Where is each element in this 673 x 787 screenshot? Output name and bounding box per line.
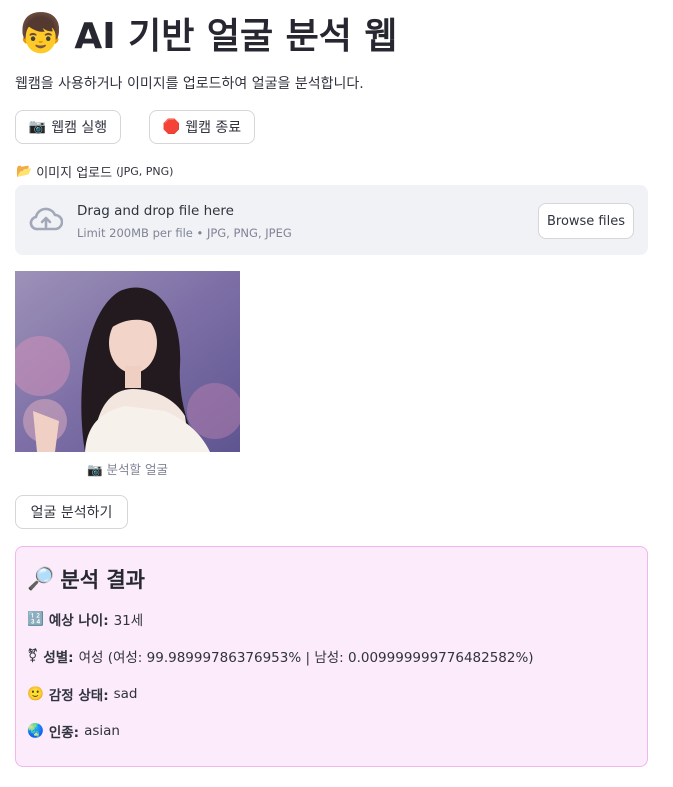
dropzone-limit: Limit 200MB per file • JPG, PNG, JPEG bbox=[77, 226, 292, 240]
boy-face-icon: 👦 bbox=[17, 11, 65, 55]
result-heading: 🔎 분석 결과 bbox=[27, 564, 145, 594]
stop-webcam-button[interactable]: 🛑 웹캠 종료 bbox=[149, 110, 255, 144]
upload-label-text: 이미지 업로드 bbox=[36, 166, 113, 181]
stop-webcam-label: 웹캠 종료 bbox=[185, 120, 242, 136]
magnifier-icon: 🔎 bbox=[27, 566, 55, 592]
analysis-result-box: 🔎 분석 결과 🔢 예상 나이: 31세 ⚧ 성별: 여성 (여성: 99.98… bbox=[15, 546, 648, 767]
race-row: 🌏 인종: asian bbox=[27, 721, 120, 741]
gender-row: ⚧ 성별: 여성 (여성: 99.98999786376953% | 남성: 0… bbox=[27, 646, 534, 666]
age-value: 31세 bbox=[113, 613, 144, 629]
smile-icon: 🙂 bbox=[27, 686, 44, 702]
camera-icon: 📷 bbox=[86, 462, 103, 477]
stop-sign-icon: 🛑 bbox=[162, 119, 181, 135]
upload-label-hint: (JPG, PNG) bbox=[116, 165, 174, 178]
globe-icon: 🌏 bbox=[27, 723, 44, 739]
gender-label: 성별: bbox=[43, 650, 74, 666]
cloud-upload-icon bbox=[29, 207, 63, 231]
age-label: 예상 나이: bbox=[48, 613, 109, 629]
browse-files-button[interactable]: Browse files bbox=[538, 203, 634, 239]
image-caption-text: 분석할 얼굴 bbox=[106, 462, 169, 477]
start-webcam-label: 웹캠 실행 bbox=[51, 120, 108, 136]
upload-label: 📂 이미지 업로드 (JPG, PNG) bbox=[16, 162, 173, 181]
age-row: 🔢 예상 나이: 31세 bbox=[27, 609, 143, 629]
result-heading-text: 분석 결과 bbox=[60, 568, 145, 592]
page-title-text: AI 기반 얼굴 분석 웹 bbox=[74, 16, 398, 57]
file-dropzone[interactable]: Drag and drop file here Limit 200MB per … bbox=[15, 185, 648, 255]
numbers-icon: 🔢 bbox=[27, 611, 44, 627]
dropzone-title: Drag and drop file here bbox=[77, 203, 234, 219]
emotion-value: sad bbox=[113, 686, 138, 702]
race-value: asian bbox=[84, 723, 120, 739]
emotion-row: 🙂 감정 상태: sad bbox=[27, 684, 137, 704]
page-title: 👦 AI 기반 얼굴 분석 웹 bbox=[17, 8, 398, 58]
emotion-label: 감정 상태: bbox=[48, 688, 109, 704]
gender-icon: ⚧ bbox=[27, 648, 39, 664]
image-caption: 📷 분석할 얼굴 bbox=[15, 459, 240, 478]
uploaded-face-image bbox=[15, 271, 240, 452]
race-label: 인종: bbox=[48, 725, 80, 741]
camera-icon: 📷 bbox=[28, 119, 47, 135]
analyze-face-button[interactable]: 얼굴 분석하기 bbox=[15, 495, 128, 529]
page-subtitle: 웹캠을 사용하거나 이미지를 업로드하여 얼굴을 분석합니다. bbox=[15, 76, 364, 92]
gender-value: 여성 (여성: 99.98999786376953% | 남성: 0.00999… bbox=[78, 650, 534, 666]
folder-icon: 📂 bbox=[16, 164, 33, 179]
start-webcam-button[interactable]: 📷 웹캠 실행 bbox=[15, 110, 121, 144]
